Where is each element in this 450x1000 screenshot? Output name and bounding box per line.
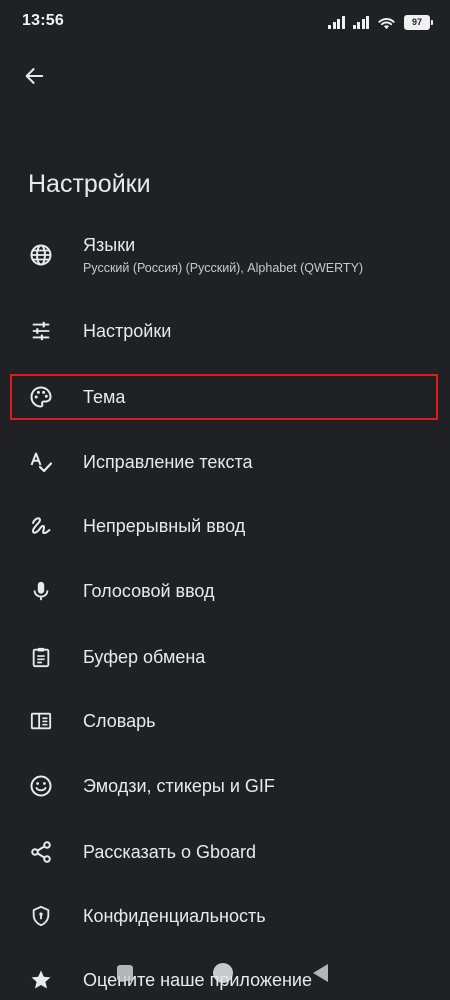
menu-item-label: Исправление текста xyxy=(83,451,253,472)
back-button[interactable] xyxy=(14,56,54,96)
status-time: 13:56 xyxy=(22,12,64,29)
back-triangle-icon[interactable] xyxy=(313,964,328,982)
page-title: Настройки xyxy=(28,170,151,198)
microphone-icon xyxy=(28,578,54,604)
globe-icon xyxy=(28,242,54,268)
menu-item-label: Эмодзи, стикеры и GIF xyxy=(83,775,275,796)
spellcheck-icon xyxy=(28,449,54,475)
menu-item-emoji[interactable]: Эмодзи, стикеры и GIF xyxy=(0,756,450,816)
arrow-back-icon xyxy=(25,68,44,84)
menu-item-gesture-typing[interactable]: Непрерывный ввод xyxy=(0,496,450,556)
menu-item-languages[interactable]: Языки Русский (Россия) (Русский), Alphab… xyxy=(0,225,450,285)
gesture-icon xyxy=(28,513,54,539)
battery-icon: 97 xyxy=(404,14,433,30)
signal-icon xyxy=(352,15,369,29)
navigation-bar xyxy=(0,955,450,1000)
menu-item-theme[interactable]: Тема xyxy=(0,367,450,427)
clipboard-icon xyxy=(28,644,54,670)
settings-screen: 13:56 97 Настройки Языки Русский (Россия… xyxy=(0,0,450,1000)
status-bar: 13:56 97 xyxy=(0,0,450,44)
recent-apps-icon[interactable] xyxy=(117,965,133,981)
menu-item-privacy[interactable]: Конфиденциальность xyxy=(0,886,450,946)
menu-item-label: Буфер обмена xyxy=(83,646,206,667)
menu-item-label: Рассказать о Gboard xyxy=(83,841,257,862)
menu-item-label: Словарь xyxy=(83,710,156,731)
wifi-icon xyxy=(378,17,395,29)
status-icons: 97 xyxy=(328,12,433,32)
signal-icon xyxy=(328,15,345,29)
menu-item-dictionary[interactable]: Словарь xyxy=(0,691,450,751)
menu-item-label: Тема xyxy=(83,386,126,407)
menu-item-clipboard[interactable]: Буфер обмена xyxy=(0,627,450,687)
menu-item-label: Голосовой ввод xyxy=(83,580,215,601)
dictionary-icon xyxy=(28,708,54,734)
menu-item-sublabel: Русский (Россия) (Русский), Alphabet (QW… xyxy=(83,261,364,275)
menu-item-text-correction[interactable]: Исправление текста xyxy=(0,432,450,492)
sliders-icon xyxy=(28,318,54,344)
menu-item-voice-input[interactable]: Голосовой ввод xyxy=(0,561,450,621)
shield-icon xyxy=(28,903,54,929)
menu-item-label: Настройки xyxy=(83,320,172,341)
menu-item-label: Конфиденциальность xyxy=(83,905,266,926)
palette-icon xyxy=(28,384,54,410)
menu-item-share[interactable]: Рассказать о Gboard xyxy=(0,822,450,882)
share-icon xyxy=(28,839,54,865)
menu-item-settings[interactable]: Настройки xyxy=(0,301,450,361)
home-icon[interactable] xyxy=(213,963,233,983)
menu-item-label: Языки xyxy=(83,235,136,255)
menu-item-label: Непрерывный ввод xyxy=(83,515,246,536)
emoji-icon xyxy=(28,773,54,799)
